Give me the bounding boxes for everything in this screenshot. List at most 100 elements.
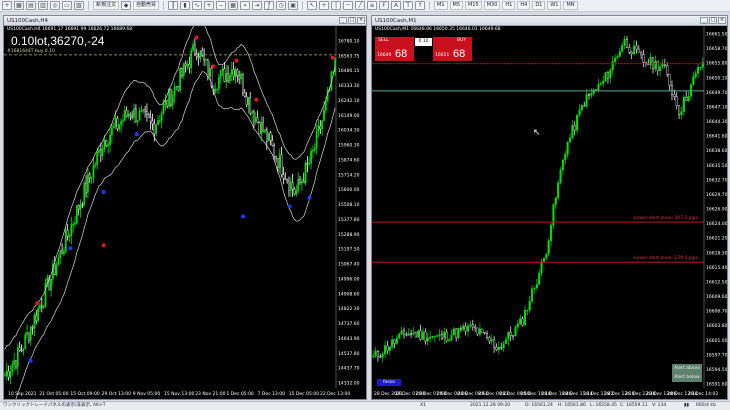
chart-shift-icon[interactable]: ⇥ — [252, 1, 263, 10]
profiles-icon[interactable]: ▦ — [14, 1, 24, 10]
new-order-button[interactable]: 新規注文 — [93, 1, 120, 10]
candle-body — [74, 222, 76, 225]
channel-icon[interactable]: ≡ — [367, 1, 378, 10]
price-tick-label: 15377.80 — [338, 217, 360, 223]
chart-svg-h4[interactable]: 16780.10 16563.75 16480.15 16333.30 16242.10… — [4, 26, 366, 399]
market-watch-icon[interactable]: ▤ — [26, 1, 36, 10]
trendline-icon[interactable]: ╱ — [355, 1, 366, 10]
lot-size-input[interactable]: 0.10 — [415, 38, 432, 46]
metaeditor-icon[interactable]: ◆ — [121, 1, 132, 10]
candle-body — [245, 96, 248, 106]
tester-icon[interactable]: ▧ — [74, 1, 84, 10]
buy-button[interactable]: BUY 16651 68 — [433, 37, 472, 61]
candle-body — [107, 144, 110, 146]
close-icon[interactable]: × — [718, 17, 726, 24]
order-line-label: #1681644T buy 0.10 — [7, 48, 55, 54]
terminal-icon[interactable]: ▭ — [62, 1, 72, 10]
sell-button[interactable]: SELL 16649 68 — [375, 37, 414, 61]
position-info-label: 0.10lot,36270,-24 — [11, 34, 105, 48]
one-click-trading-panel: SELL 16649 68 0.10 BUY 16651 68 — [375, 37, 475, 61]
candle-body — [642, 54, 645, 63]
candle-body — [467, 325, 470, 332]
period-m30-button[interactable]: M30 — [483, 1, 501, 10]
new-chart-icon[interactable]: + — [2, 1, 12, 10]
chart-window-titlebar[interactable]: US100Cash,H4 _ □ × — [4, 16, 366, 26]
candle-body — [675, 96, 678, 106]
alert-control-box[interactable]: Alert above Alert below — [672, 364, 702, 382]
minimize-icon[interactable]: _ — [700, 17, 708, 24]
candle-body — [301, 180, 303, 184]
chart-canvas-m1[interactable]: 16661.50 16658.70 16655.80 16650.10 16649.70… — [372, 26, 727, 399]
period-h4-button[interactable]: H4 — [517, 1, 531, 10]
candle-body — [436, 335, 439, 337]
autotrading-button[interactable]: 自動売買 — [133, 1, 160, 10]
alert-above-label[interactable]: Alert above — [672, 364, 702, 373]
close-icon[interactable]: × — [357, 17, 365, 24]
data-window-icon[interactable]: ▥ — [38, 1, 48, 10]
mt4-terminal: + ▦ ▤ ▥ ◎ ▭ ▧ 新規注文 ◆ 自動売買 ┃ ▮ ∿ + − ▦ » … — [0, 0, 730, 410]
minimize-icon[interactable]: _ — [339, 17, 347, 24]
candle-body — [663, 64, 666, 66]
periods-icon[interactable]: ◷ — [276, 1, 287, 10]
maximize-icon[interactable]: □ — [709, 17, 717, 24]
candle-body — [429, 336, 432, 339]
period-w1-button[interactable]: W1 — [547, 1, 562, 10]
period-mn-button[interactable]: MN — [563, 1, 578, 10]
text-tool-icon[interactable]: A — [391, 1, 402, 10]
zoom-in-icon[interactable]: + — [204, 1, 215, 10]
price-tick-label: 14537.80 — [338, 351, 360, 357]
price-tick-label: 14822.30 — [338, 306, 360, 312]
templates-icon[interactable]: ▣ — [288, 1, 299, 10]
label-tool-icon[interactable]: T — [403, 1, 414, 10]
period-h1-button[interactable]: H1 — [502, 1, 516, 10]
vertical-line-icon[interactable]: │ — [331, 1, 342, 10]
candle-body — [692, 76, 695, 85]
crosshair-icon[interactable]: + — [319, 1, 330, 10]
candle-body — [131, 115, 134, 118]
tile-windows-icon[interactable]: ▦ — [228, 1, 239, 10]
horizontal-line-icon[interactable]: ─ — [343, 1, 354, 10]
period-m15-button[interactable]: M15 — [465, 1, 482, 10]
candle-body — [448, 339, 451, 342]
candle-body — [701, 62, 704, 68]
candle-body — [325, 100, 327, 111]
chart-canvas-h4[interactable]: 16780.10 16563.75 16480.15 16333.30 16242.10… — [4, 26, 366, 399]
autoscroll-icon[interactable]: » — [240, 1, 251, 10]
fibonacci-icon[interactable]: F — [379, 1, 390, 10]
bar-chart-icon[interactable]: ┃ — [168, 1, 179, 10]
chart-svg-m1[interactable]: 16661.50 16658.70 16655.80 16650.10 16649.70… — [372, 26, 727, 399]
candle-body — [483, 332, 486, 334]
indicators-icon[interactable]: ƒ — [264, 1, 275, 10]
zoom-out-icon[interactable]: − — [216, 1, 227, 10]
period-m5-button[interactable]: M5 — [449, 1, 464, 10]
candle-body — [528, 300, 531, 311]
candle-body — [656, 60, 659, 71]
chart-window-h4[interactable]: US100Cash,H4 _ □ × 16780.10 16563.75 16480… — [3, 15, 367, 400]
candle-body — [269, 132, 272, 141]
chart-window-titlebar[interactable]: US100Cash,M1 _ □ × — [372, 16, 727, 26]
alert-below-label[interactable]: Alert below — [672, 373, 702, 382]
time-tick-label: 15 Dec 05:00 — [289, 391, 319, 397]
candle-body — [687, 96, 690, 101]
period-d1-button[interactable]: D1 — [532, 1, 546, 10]
navigator-icon[interactable]: ◎ — [50, 1, 60, 10]
maximize-icon[interactable]: □ — [348, 17, 356, 24]
price-axis — [336, 26, 366, 399]
candle-body — [206, 59, 209, 77]
chart-window-m1[interactable]: US100Cash,M1 _ □ × 16661.50 16658.70 16655… — [371, 15, 728, 400]
candle-body — [63, 251, 65, 254]
arrows-icon[interactable]: ↑ — [415, 1, 426, 10]
line-chart-icon[interactable]: ∿ — [192, 1, 203, 10]
candle-body — [40, 305, 43, 308]
candle-chart-icon[interactable]: ▮ — [180, 1, 191, 10]
candle-body — [29, 327, 32, 341]
price-tick-label: 16606.70 — [706, 309, 727, 315]
cursor-icon[interactable]: ↖ — [307, 1, 318, 10]
price-tick-label: 14737.60 — [338, 321, 360, 327]
candle-body — [197, 56, 200, 59]
candle-body — [680, 111, 683, 115]
candle-body — [68, 235, 71, 237]
price-tick-label: 16638.60 — [706, 148, 727, 154]
period-m1-button[interactable]: M1 — [434, 1, 448, 10]
candle-body — [400, 330, 403, 335]
